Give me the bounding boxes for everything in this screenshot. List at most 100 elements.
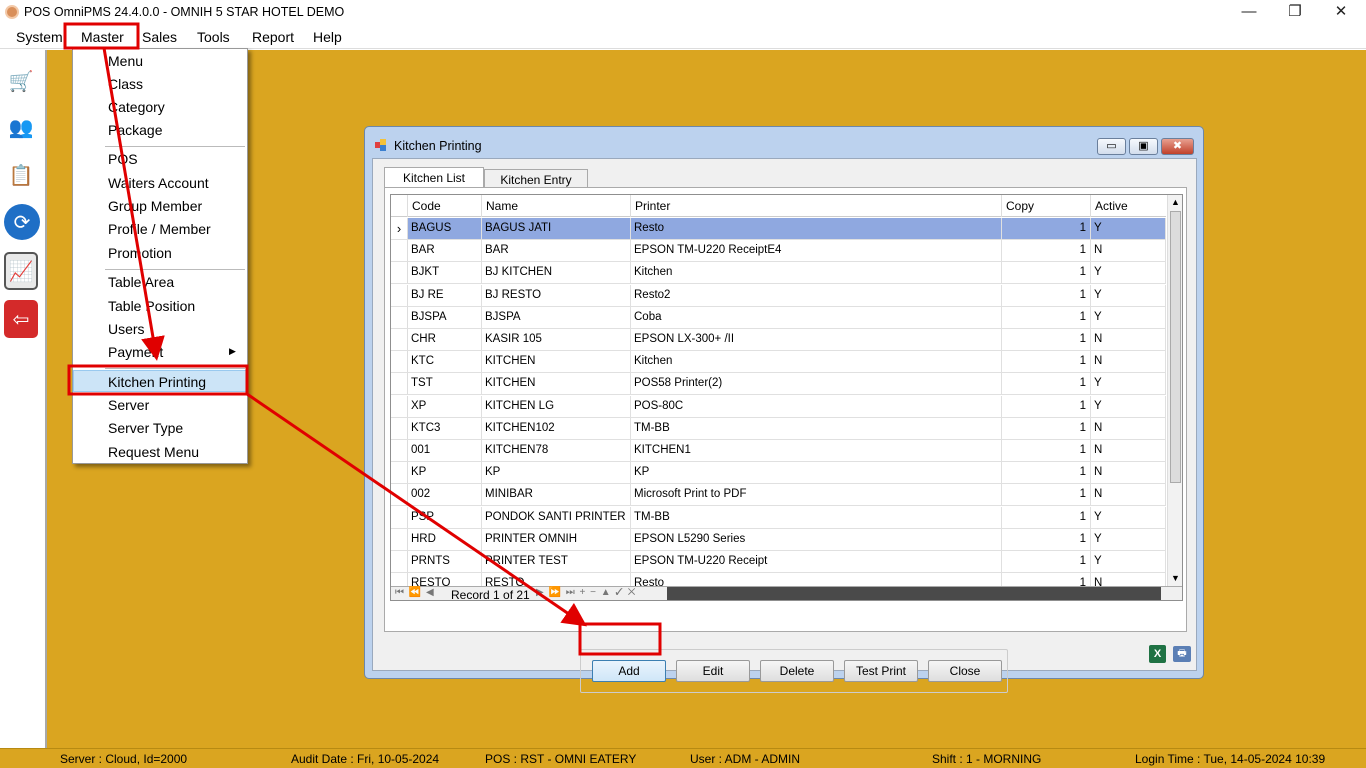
menu-master[interactable]: Master xyxy=(81,29,124,45)
cell-active: N xyxy=(1091,351,1166,373)
cell-copy: 1 xyxy=(1002,218,1091,239)
menu-tools[interactable]: Tools xyxy=(197,29,230,45)
nav-first-prev-icons[interactable]: ⏮ ⏪ ◀ xyxy=(395,587,435,598)
column-header-copy[interactable]: Copy xyxy=(1002,195,1091,217)
printer-icon[interactable]: 🖶 xyxy=(1173,646,1191,662)
table-row[interactable]: BAR BAR EPSON TM-U220 ReceiptE4 1 N xyxy=(391,240,1166,263)
restore-button[interactable]: ❐ xyxy=(1272,1,1318,23)
row-indicator[interactable] xyxy=(391,506,408,528)
menu-item-group-member[interactable]: Group Member xyxy=(108,198,202,214)
menu-report[interactable]: Report xyxy=(252,29,294,45)
table-row[interactable]: HRD PRINTER OMNIH EPSON L5290 Series 1 Y xyxy=(391,528,1166,551)
table-row[interactable]: XP KITCHEN LG POS-80C 1 Y xyxy=(391,395,1166,418)
clipboard-icon[interactable]: 📋 xyxy=(4,156,38,194)
menu-item-category[interactable]: Category xyxy=(108,99,165,115)
table-row[interactable]: PRNTS PRINTER TEST EPSON TM-U220 Receipt 1 Y xyxy=(391,551,1166,573)
menu-item-table-area[interactable]: Table Area xyxy=(108,274,174,290)
test-print-button[interactable]: Test Print xyxy=(844,660,918,682)
cell-active: N xyxy=(1091,462,1166,484)
row-indicator[interactable] xyxy=(391,440,408,461)
shopping-cart-icon[interactable]: 🛒 xyxy=(4,62,38,100)
table-row[interactable]: BJKT BJ KITCHEN Kitchen 1 Y xyxy=(391,262,1166,285)
table-row[interactable]: KP KP KP 1 N xyxy=(391,462,1166,485)
menu-item-table-position[interactable]: Table Position xyxy=(108,298,195,314)
tab-kitchen-list[interactable]: Kitchen List xyxy=(384,167,484,189)
vertical-scrollbar[interactable]: ▲ ▼ xyxy=(1167,195,1182,587)
minimize-button[interactable]: — xyxy=(1226,1,1272,23)
table-row[interactable]: 001 KITCHEN78 KITCHEN1 1 N xyxy=(391,440,1166,462)
row-indicator[interactable]: › xyxy=(391,218,408,239)
edit-button[interactable]: Edit xyxy=(676,660,750,682)
table-row[interactable]: BJ RE BJ RESTO Resto2 1 Y xyxy=(391,284,1166,307)
menu-item-request-menu[interactable]: Request Menu xyxy=(108,444,199,460)
cell-code: KTC xyxy=(408,351,482,373)
menu-sales[interactable]: Sales xyxy=(142,29,177,45)
cell-active: Y xyxy=(1091,218,1166,239)
cell-active: Y xyxy=(1091,262,1166,284)
chart-icon[interactable]: 📈 xyxy=(4,252,38,290)
cell-printer: TM-BB xyxy=(631,417,1002,439)
cell-name: KITCHEN LG xyxy=(482,395,631,417)
close-dialog-button[interactable]: Close xyxy=(928,660,1002,682)
row-indicator[interactable] xyxy=(391,262,408,284)
menu-item-kitchen-printing[interactable]: Kitchen Printing xyxy=(108,374,206,390)
row-indicator[interactable] xyxy=(391,551,408,572)
menu-item-class[interactable]: Class xyxy=(108,76,143,92)
window-icon xyxy=(375,139,386,151)
users-icon[interactable]: 👥 xyxy=(4,108,38,146)
table-row[interactable]: › BAGUS BAGUS JATI Resto 1 Y xyxy=(391,218,1166,240)
cell-code: TST xyxy=(408,373,482,395)
dialog-minimize-button[interactable]: ▭ xyxy=(1097,138,1126,155)
scroll-thumb[interactable] xyxy=(1170,211,1181,483)
row-indicator[interactable] xyxy=(391,306,408,328)
table-row[interactable]: CHR KASIR 105 EPSON LX-300+ /II 1 N xyxy=(391,329,1166,351)
row-indicator[interactable] xyxy=(391,284,408,306)
horizontal-scrollbar[interactable] xyxy=(667,587,1161,600)
column-header-code[interactable]: Code xyxy=(408,195,482,217)
table-row[interactable]: BJSPA BJSPA Coba 1 Y xyxy=(391,306,1166,329)
cell-active: Y xyxy=(1091,506,1166,528)
row-indicator[interactable] xyxy=(391,528,408,550)
dialog-close-button[interactable]: ✖ xyxy=(1161,138,1194,155)
cell-copy: 1 xyxy=(1002,417,1091,439)
menu-system[interactable]: System xyxy=(16,29,63,45)
nav-next-last-edit-icons[interactable]: ▶ ⏩ ⏭ + − ▲ ✓ ✕ xyxy=(536,587,636,598)
row-indicator[interactable] xyxy=(391,240,408,262)
row-indicator[interactable] xyxy=(391,462,408,484)
menu-item-promotion[interactable]: Promotion xyxy=(108,245,172,261)
column-header-name[interactable]: Name xyxy=(482,195,631,217)
menu-item-pos[interactable]: POS xyxy=(108,151,138,167)
column-header-active[interactable]: Active xyxy=(1091,195,1166,217)
exit-icon[interactable]: ⇦ xyxy=(4,300,38,338)
table-row[interactable]: KTC KITCHEN Kitchen 1 N xyxy=(391,351,1166,374)
menu-item-server-type[interactable]: Server Type xyxy=(108,420,183,436)
column-header-printer[interactable]: Printer xyxy=(631,195,1002,217)
menu-item-users[interactable]: Users xyxy=(108,321,145,337)
close-button[interactable]: ✕ xyxy=(1318,1,1364,23)
row-indicator[interactable] xyxy=(391,351,408,373)
table-row[interactable]: PSP PONDOK SANTI PRINTER TM-BB 1 Y xyxy=(391,506,1166,529)
scroll-down-icon[interactable]: ▼ xyxy=(1171,573,1180,583)
menu-item-package[interactable]: Package xyxy=(108,122,162,138)
table-row[interactable]: 002 MINIBAR Microsoft Print to PDF 1 N xyxy=(391,484,1166,507)
row-indicator[interactable] xyxy=(391,373,408,395)
refresh-icon[interactable]: ⟳ xyxy=(4,204,40,240)
menu-item-waiters-account[interactable]: Waiters Account xyxy=(108,175,209,191)
dialog-maximize-button[interactable]: ▣ xyxy=(1129,138,1158,155)
excel-export-icon[interactable]: X xyxy=(1149,645,1166,663)
row-indicator[interactable] xyxy=(391,329,408,350)
menu-item-server[interactable]: Server xyxy=(108,397,149,413)
menu-item-profile-member[interactable]: Profile / Member xyxy=(108,221,211,237)
menu-item-payment[interactable]: Payment xyxy=(108,344,163,360)
row-indicator[interactable] xyxy=(391,395,408,417)
row-indicator[interactable] xyxy=(391,417,408,439)
table-row[interactable]: TST KITCHEN POS58 Printer(2) 1 Y xyxy=(391,373,1166,396)
menu-item-menu[interactable]: Menu xyxy=(108,53,143,69)
menu-help[interactable]: Help xyxy=(313,29,342,45)
row-indicator[interactable] xyxy=(391,484,408,506)
cell-code: BAGUS xyxy=(408,218,482,239)
add-button[interactable]: Add xyxy=(592,660,666,682)
delete-button[interactable]: Delete xyxy=(760,660,834,682)
scroll-up-icon[interactable]: ▲ xyxy=(1171,197,1180,207)
table-row[interactable]: KTC3 KITCHEN102 TM-BB 1 N xyxy=(391,417,1166,440)
